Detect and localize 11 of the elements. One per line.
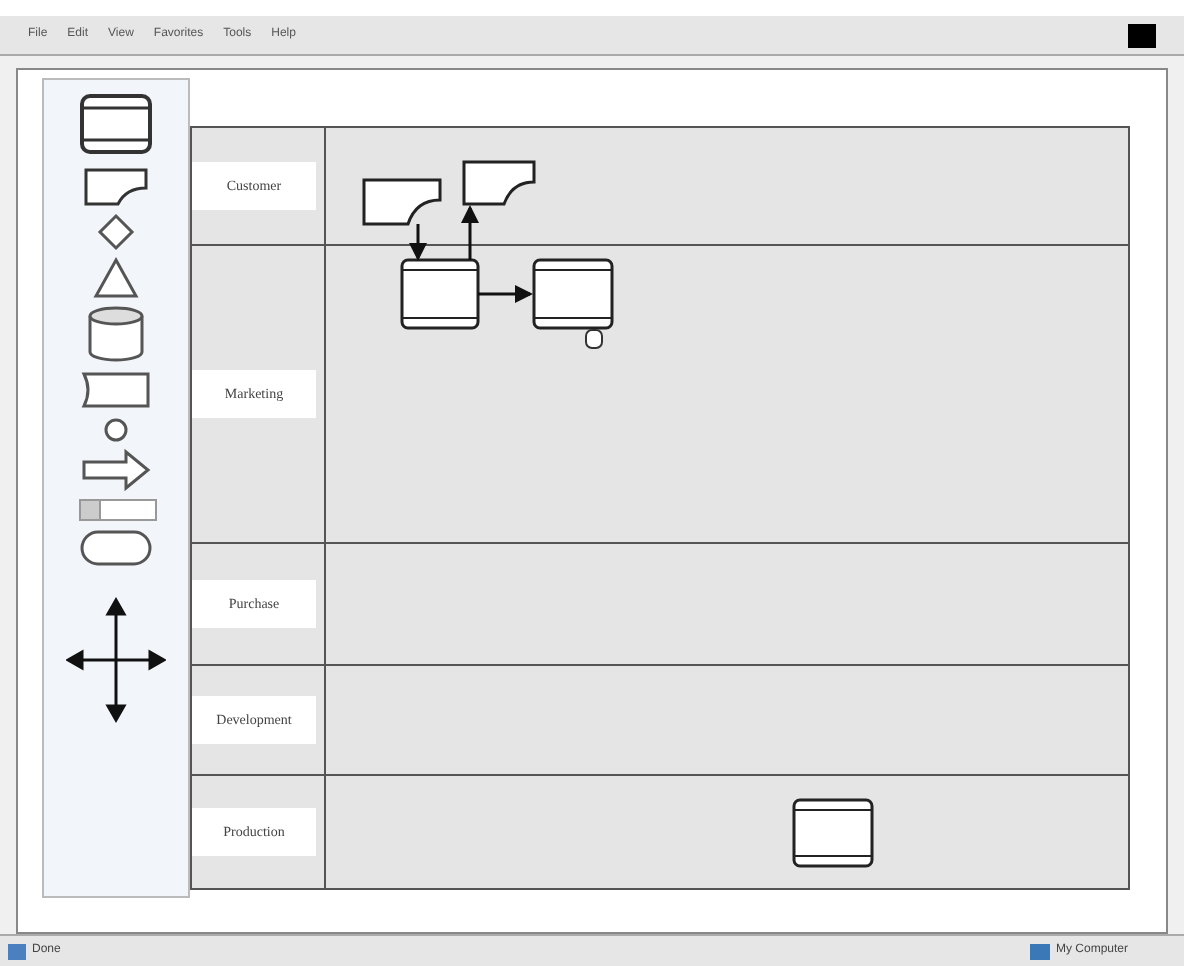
computer-icon xyxy=(1030,943,1050,959)
process-shape xyxy=(400,258,480,330)
process-shape xyxy=(532,258,614,330)
move-icon[interactable] xyxy=(66,596,166,724)
connector-arrow xyxy=(478,285,533,303)
document-shape xyxy=(462,160,536,206)
process-shape xyxy=(792,798,874,868)
connector-arrow xyxy=(409,224,427,261)
connector-arrow xyxy=(461,205,479,260)
page-icon xyxy=(8,943,26,959)
document-shape xyxy=(362,178,442,226)
